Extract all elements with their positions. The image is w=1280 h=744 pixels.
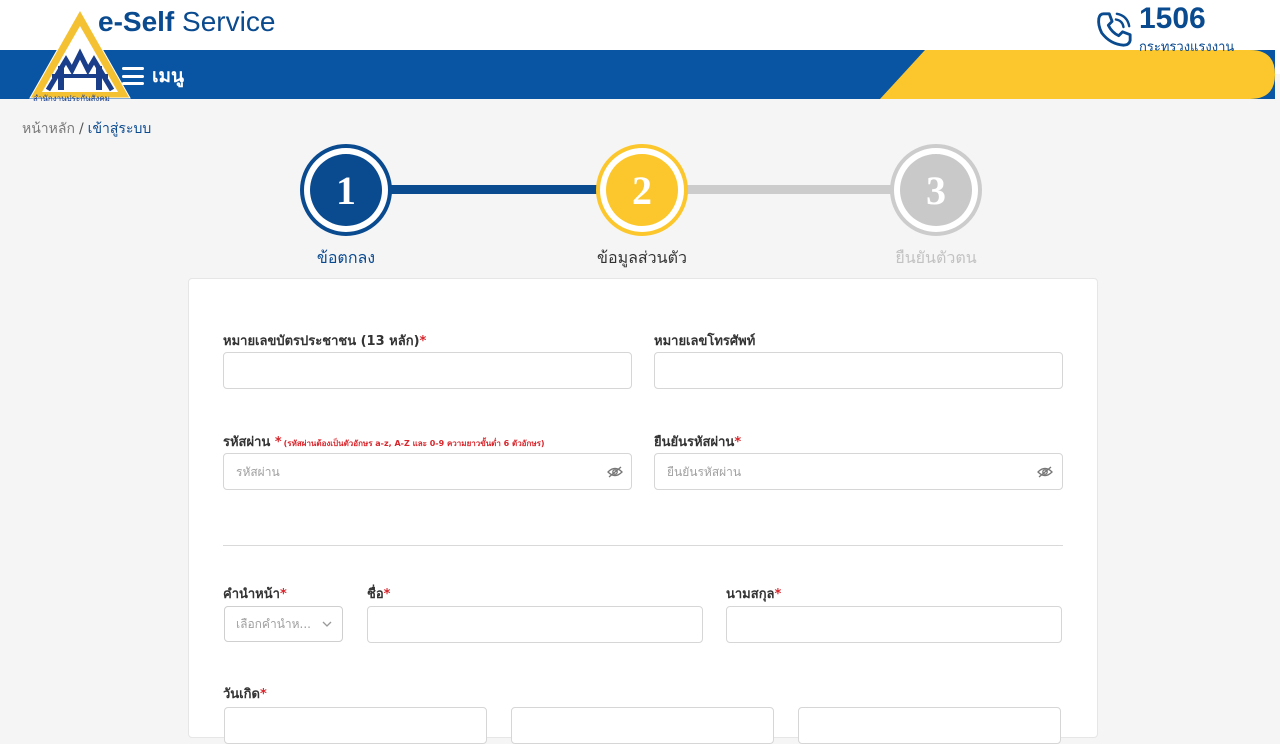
hamburger-icon [122, 67, 144, 85]
id-card-input[interactable] [223, 352, 632, 389]
confirm-password-input[interactable] [654, 453, 1063, 490]
first-name-label: ชื่อ* [367, 587, 391, 602]
step-2-number: 2 [606, 154, 678, 226]
phone-icon [1097, 12, 1132, 47]
eye-slash-icon[interactable] [1037, 466, 1053, 478]
last-name-label: นามสกุล* [726, 587, 782, 602]
password-label: รหัสผ่าน * (รหัสผ่านต้องเป็นตัวอักษร a-z,… [223, 435, 545, 450]
password-hint: (รหัสผ่านต้องเป็นตัวอักษร a-z, A-Z และ 0… [283, 439, 545, 448]
menu-label: เมนู [152, 65, 185, 87]
password-input[interactable] [223, 453, 632, 490]
birth-date-label: วันเกิด* [223, 687, 267, 702]
menu-button[interactable]: เมนู [122, 62, 184, 90]
birth-day-select[interactable] [224, 707, 487, 744]
step-3-circle: 3 [890, 144, 982, 236]
confirm-password-label: ยืนยันรหัสผ่าน* [654, 435, 742, 450]
step-2-label: ข้อมูลส่วนตัว [597, 248, 687, 267]
step-connector-2 [684, 185, 896, 194]
breadcrumb-separator: / [78, 121, 84, 137]
breadcrumb-home[interactable]: หน้าหลัก [22, 121, 75, 137]
step-connector-1 [390, 185, 600, 194]
phone-input[interactable] [654, 352, 1063, 389]
chevron-down-icon [322, 621, 332, 627]
breadcrumb-current: เข้าสู่ระบบ [87, 121, 152, 137]
id-card-label: หมายเลขบัตรประชาชน (13 หลัก)* [223, 334, 427, 349]
section-divider [223, 545, 1063, 546]
progress-stepper: 1 2 3 ข้อตกลง ข้อมูลส่วนตัว ยืนยันตัวตน [0, 140, 1280, 270]
eye-slash-icon[interactable] [607, 466, 623, 478]
step-1-label: ข้อตกลง [316, 248, 376, 267]
step-3-number: 3 [900, 154, 972, 226]
title-select-placeholder: เลือกคำนำห... [236, 616, 311, 631]
birth-year-select[interactable] [798, 707, 1061, 744]
hotline-ministry: กระทรวงแรงงาน [1139, 40, 1235, 55]
title-label: คำนำหน้า* [223, 587, 287, 602]
logo-caption: สำนักงานประกันสังคม [33, 94, 110, 103]
first-name-input[interactable] [367, 606, 703, 643]
brand-service: Service [182, 6, 276, 37]
step-3-label: ยืนยันตัวตน [895, 248, 977, 267]
nav-band [0, 50, 1275, 99]
registration-form: หมายเลขบัตรประชาชน (13 หลัก)* หมายเลขโทร… [188, 278, 1098, 744]
title-select[interactable]: เลือกคำนำห... [224, 606, 343, 642]
step-1-number: 1 [310, 154, 382, 226]
last-name-input[interactable] [726, 606, 1062, 643]
breadcrumb: หน้าหลัก / เข้าสู่ระบบ [22, 118, 151, 140]
phone-label: หมายเลขโทรศัพท์ [654, 334, 756, 349]
hotline-number: 1506 [1139, 2, 1206, 35]
step-2-circle: 2 [596, 144, 688, 236]
birth-month-select[interactable] [511, 707, 774, 744]
step-1-circle: 1 [300, 144, 392, 236]
